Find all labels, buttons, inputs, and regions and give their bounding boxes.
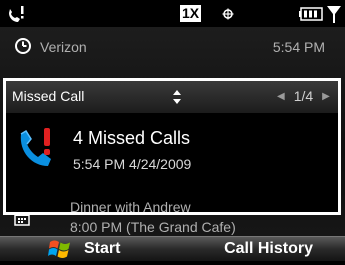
carrier-name: Verizon <box>40 39 87 55</box>
pager-label: 1/4 <box>293 88 314 104</box>
clock-time: 5:54 PM <box>272 39 325 55</box>
clock-icon <box>14 37 32 60</box>
missed-call-count: 4 Missed Calls <box>73 128 191 148</box>
calendar-icon <box>14 212 30 231</box>
calendar-appointment-row[interactable]: Dinner with Andrew 8:00 PM (The Grand Ca… <box>0 192 345 236</box>
status-bar: 1X <box>0 0 345 27</box>
network-type-indicator: 1X <box>180 0 202 27</box>
today-screen: Verizon 5:54 PM Missed Call ◀ 1/4 ▶ 4 Mi… <box>0 27 345 236</box>
notification-spinner-icon[interactable] <box>172 89 182 110</box>
carrier-time-row[interactable]: Verizon 5:54 PM <box>0 27 345 78</box>
signal-icon[interactable] <box>326 0 342 27</box>
notification-title: Missed Call <box>12 88 85 104</box>
softkey-bar: Start Call History <box>0 236 345 261</box>
previous-arrow-icon[interactable]: ◀ <box>277 91 285 102</box>
network-type-label: 1X <box>180 5 202 22</box>
appointment-detail: 8:00 PM (The Grand Cafe) <box>70 219 236 235</box>
start-softkey[interactable]: Start <box>84 240 120 258</box>
notification-header: Missed Call ◀ 1/4 ▶ <box>6 81 338 113</box>
notification-pager: ◀ 1/4 ▶ <box>268 88 339 104</box>
windows-logo-icon[interactable] <box>48 239 72 265</box>
missed-call-indicator-icon[interactable] <box>6 0 26 27</box>
appointment-title: Dinner with Andrew <box>70 199 191 215</box>
roaming-icon <box>222 0 234 27</box>
call-history-softkey[interactable]: Call History <box>224 240 313 258</box>
missed-call-icon <box>16 126 58 175</box>
next-arrow-icon[interactable]: ▶ <box>322 91 330 102</box>
missed-call-timestamp: 5:54 PM 4/24/2009 <box>73 156 192 172</box>
battery-icon[interactable] <box>299 0 324 27</box>
